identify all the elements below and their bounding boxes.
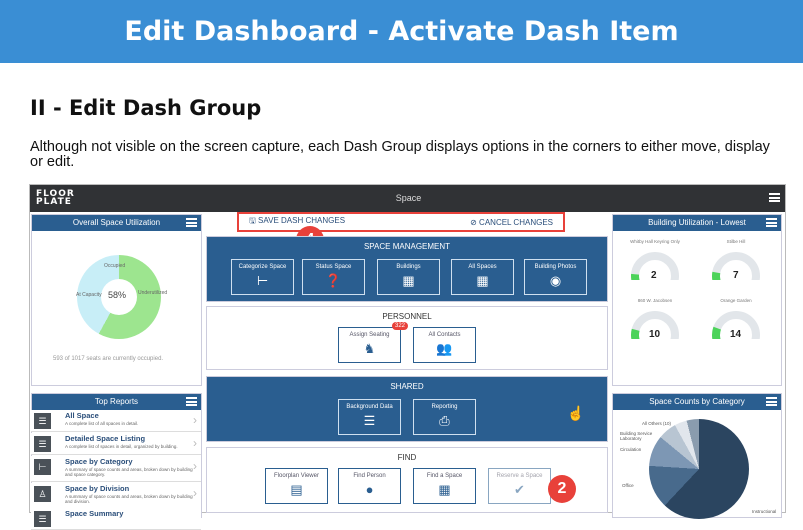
question-icon: ❓ [325, 273, 342, 288]
page-title: Edit Dashboard - Activate Dash Item [124, 16, 679, 47]
tile-categorize-space[interactable]: Categorize Space ⊢ [231, 259, 294, 295]
label-occupied: Occupied [104, 263, 126, 269]
gauge-name: Whitby Hall Keyring Only [630, 239, 680, 244]
pie-label: Circulation [620, 447, 642, 452]
save-dash-changes-button[interactable]: 🖫 SAVE DASH CHANGES [249, 215, 345, 229]
report-item[interactable]: ⊢ Space by Category A summary of space cou… [31, 456, 201, 482]
building-utilization-menu-icon[interactable] [766, 218, 777, 227]
group-title: PERSONNEL [382, 312, 432, 321]
tile-find-space[interactable]: Find a Space ▦ [413, 468, 476, 504]
hierarchy-icon: ⊢ [34, 459, 51, 475]
gauge-name: Orange Garden [720, 298, 752, 303]
find-group: FIND Floorplan Viewer ▤ Find Person ● Find… [206, 447, 608, 513]
label-underutilized: Underutilized [138, 290, 168, 296]
people-icon: 👥 [436, 341, 453, 356]
report-item[interactable]: ☰ Detailed Space Listing A complete list o… [31, 433, 201, 455]
chair-icon: ♞ [363, 341, 376, 356]
utilization-center-label: 58% [108, 290, 127, 300]
report-item[interactable]: ♙ Space by Division A summary of space cou… [31, 483, 201, 509]
tile-find-person[interactable]: Find Person ● [338, 468, 401, 504]
tile-all-contacts[interactable]: All Contacts 👥 [413, 327, 476, 363]
list-icon: ☰ [34, 436, 51, 452]
check-circle-icon: ✔ [514, 482, 525, 497]
callout-badge: 2 [548, 475, 576, 503]
list-icon: ☰ [34, 413, 51, 429]
hierarchy-icon: ⊢ [256, 273, 269, 288]
section-title: II - Edit Dash Group [30, 96, 262, 120]
app-topbar: FLOOR PLATE Space [30, 185, 785, 212]
page-banner: Edit Dashboard - Activate Dash Item [0, 0, 803, 63]
gauge-name: Stilbe Hill [726, 239, 746, 244]
utilization-footer: 593 of 1017 seats are currently occupied… [53, 356, 164, 362]
gauge-value: 7 [733, 270, 739, 281]
edit-dash-bar: 🖫 SAVE DASH CHANGES ⊘ CANCEL CHANGES [237, 212, 565, 232]
tile-reserve-space[interactable]: Reserve a Space ✔ [488, 468, 551, 504]
shared-group: SHARED Background Data ☰ Reporting ⎙ ☝ [206, 376, 608, 442]
database-icon: ☰ [363, 413, 376, 428]
utilization-title: Overall Space Utilization [72, 218, 161, 227]
grid-icon: ▦ [476, 273, 489, 288]
utilization-menu-icon[interactable] [186, 218, 197, 227]
floorplan-icon: ▤ [290, 482, 303, 497]
label-capacity: At Capacity [76, 292, 102, 298]
cursor-hand-icon: ☝ [567, 405, 585, 421]
grid-icon: ▦ [438, 482, 451, 497]
app-title: Space [395, 193, 422, 203]
chevron-right-icon: › [193, 413, 197, 427]
gauge-value: 2 [651, 270, 657, 281]
notification-badge: 322 [392, 322, 409, 330]
category-title: Space Counts by Category [649, 397, 745, 406]
chevron-right-icon: › [193, 436, 197, 450]
reports-title: Top Reports [94, 397, 139, 406]
group-title: SPACE MANAGEMENT [363, 242, 451, 251]
main-menu-icon[interactable] [769, 193, 780, 202]
report-item[interactable]: ☰ All Space A complete list of all spaces … [31, 410, 201, 432]
report-item[interactable]: ☰ Space Summary [31, 508, 201, 530]
list-icon: ☰ [34, 511, 51, 527]
personnel-group: PERSONNEL Assign Seating ♞ All Contacts 👥 [206, 306, 608, 370]
org-chart-icon: ♙ [34, 486, 51, 502]
pie-label: Instructional [752, 509, 777, 514]
tile-assign-seating[interactable]: Assign Seating ♞ [338, 327, 401, 363]
pie-label: All Others (10) [642, 421, 672, 426]
pdf-icon: ⎙ [439, 413, 450, 428]
group-title: SHARED [390, 382, 424, 391]
person-icon: ● [365, 482, 374, 497]
pie-label: Building Service Laboratory [620, 431, 653, 441]
tile-reporting[interactable]: Reporting ⎙ [413, 399, 476, 435]
category-menu-icon[interactable] [766, 397, 777, 406]
tile-status-space[interactable]: Status Space ❓ [302, 259, 365, 295]
space-management-group: SPACE MANAGEMENT Categorize Space ⊢ Statu… [206, 236, 608, 302]
cancel-changes-button[interactable]: ⊘ CANCEL CHANGES [470, 218, 553, 227]
tile-all-spaces[interactable]: All Spaces ▦ [451, 259, 514, 295]
tile-building-photos[interactable]: Building Photos ◉ [524, 259, 587, 295]
chevron-right-icon: › [193, 459, 197, 473]
pie-label: Office [622, 483, 634, 488]
gauge-value: 10 [649, 329, 661, 340]
building-icon: ▦ [402, 273, 415, 288]
gauge-value: 14 [730, 329, 742, 340]
tile-floorplan-viewer[interactable]: Floorplan Viewer ▤ [265, 468, 328, 504]
reports-menu-icon[interactable] [186, 397, 197, 406]
chevron-right-icon: › [193, 486, 197, 500]
section-description: Although not visible on the screen captu… [30, 139, 770, 170]
gauge-name: 860 W. Jacobsen [637, 298, 673, 303]
building-utilization-title: Building Utilization - Lowest [648, 218, 746, 227]
group-title: FIND [397, 453, 417, 462]
camera-icon: ◉ [549, 273, 562, 288]
tile-buildings[interactable]: Buildings ▦ [377, 259, 440, 295]
tile-background-data[interactable]: Background Data ☰ [338, 399, 401, 435]
